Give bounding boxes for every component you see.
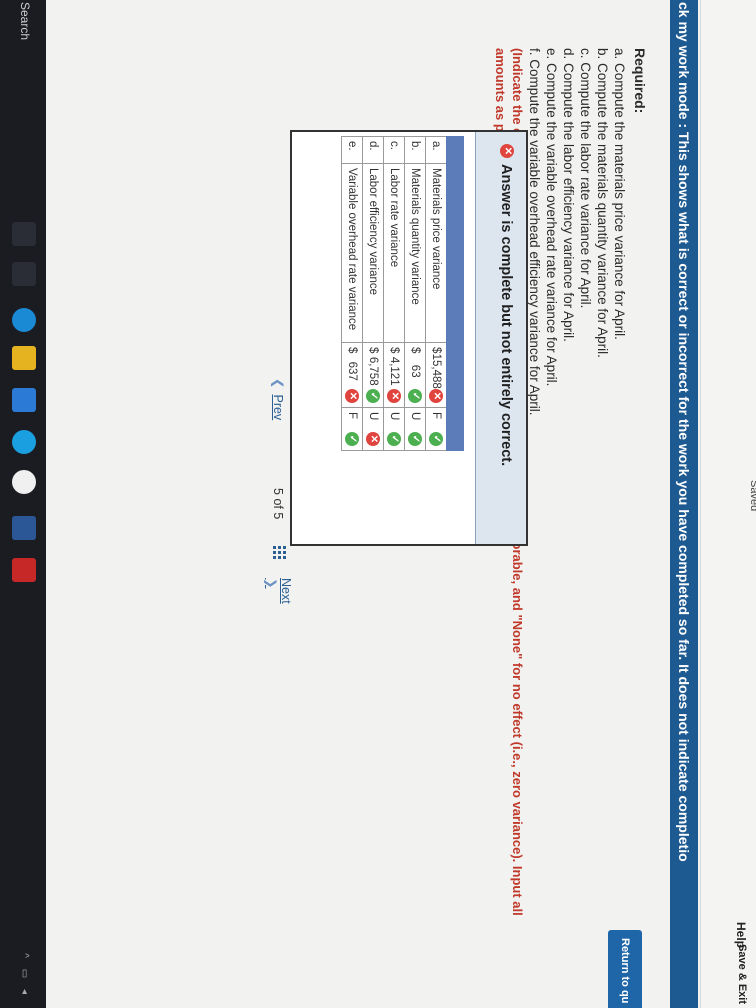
table-row: b. Materials quantity variance $ 63 ✓ U … bbox=[404, 136, 426, 451]
file-explorer-icon[interactable] bbox=[12, 346, 36, 370]
effect-value[interactable]: U bbox=[409, 412, 421, 420]
amount-cell[interactable]: $ 63 ✓ bbox=[404, 342, 426, 408]
prev-button[interactable]: Prev bbox=[272, 394, 286, 420]
effect-cell[interactable]: U ✕ bbox=[362, 407, 384, 451]
answer-status-text: Answer is complete but not entirely corr… bbox=[498, 164, 514, 467]
chrome-icon[interactable] bbox=[12, 470, 36, 494]
effect-value[interactable]: F bbox=[430, 412, 442, 419]
page-indicator: 5 of 5 bbox=[272, 488, 286, 519]
store-icon[interactable] bbox=[12, 388, 36, 412]
required-item: c. Compute the labor rate variance for A… bbox=[578, 48, 593, 309]
effect-cell[interactable]: F ✓ bbox=[425, 407, 447, 451]
required-item: e. Compute the variable overhead rate va… bbox=[544, 48, 559, 387]
amount-value[interactable]: 4,121 bbox=[388, 357, 400, 386]
windows-taskbar: Search ^ ▭ ◂ bbox=[0, 0, 46, 1008]
effect-cell[interactable]: U ✓ bbox=[404, 407, 426, 451]
grid-icon[interactable] bbox=[269, 546, 286, 560]
effect-value[interactable]: U bbox=[367, 412, 379, 420]
table-row: d. Labor efficiency variance $ 6,758 ✓ U… bbox=[362, 136, 384, 451]
screen-photo: Saved Help Save & Exit ck my work mode :… bbox=[0, 0, 756, 1008]
currency-symbol: $ bbox=[430, 347, 442, 354]
pagination: ❮ Prev 5 of 5 Next ❯ bbox=[264, 378, 293, 604]
correct-check-icon: ✓ bbox=[408, 388, 422, 403]
saved-status: Saved bbox=[748, 480, 756, 512]
correct-check-icon: ✓ bbox=[366, 389, 380, 403]
incorrect-x-icon: ✕ bbox=[345, 389, 359, 403]
variance-table: a. Materials price variance $ 15,488 ✕ F… bbox=[341, 136, 464, 451]
acrobat-icon[interactable] bbox=[12, 558, 36, 582]
currency-symbol: $ bbox=[367, 347, 379, 354]
effect-value[interactable]: F bbox=[346, 412, 358, 419]
correct-check-icon: ✓ bbox=[429, 432, 443, 446]
currency-symbol: $ bbox=[388, 347, 400, 354]
of-label: of bbox=[271, 498, 286, 509]
amount-cell[interactable]: $ 15,488 ✕ bbox=[425, 342, 447, 408]
row-key: e. bbox=[341, 136, 363, 164]
next-button[interactable]: Next ❯ bbox=[264, 578, 293, 604]
taskbar-search[interactable]: Search bbox=[18, 2, 32, 40]
amount-value[interactable]: 15,488 bbox=[430, 354, 442, 389]
correct-check-icon: ✓ bbox=[408, 432, 422, 446]
amount-cell[interactable]: $ 4,121 ✕ bbox=[383, 342, 405, 408]
row-key: d. bbox=[362, 136, 384, 164]
row-label: Labor efficiency variance bbox=[362, 163, 384, 343]
required-item: b. Compute the materials quantity varian… bbox=[595, 48, 610, 358]
check-mode-banner: ck my work mode : This shows what is cor… bbox=[670, 0, 698, 1008]
row-label: Labor rate variance bbox=[383, 163, 405, 343]
amount-value[interactable]: 63 bbox=[409, 365, 421, 378]
row-key: b. bbox=[404, 136, 426, 164]
row-key: c. bbox=[383, 136, 405, 164]
currency-symbol: $ bbox=[409, 347, 421, 354]
amount-cell[interactable]: $ 637 ✕ bbox=[341, 342, 363, 408]
incorrect-x-icon: ✕ bbox=[500, 144, 514, 158]
amount-cell[interactable]: $ 6,758 ✓ bbox=[362, 342, 384, 408]
required-item: f. Compute the variable overhead efficie… bbox=[527, 48, 542, 416]
skype-icon[interactable] bbox=[12, 430, 36, 454]
row-label: Materials price variance bbox=[425, 163, 447, 343]
row-label: Variable overhead rate variance bbox=[341, 163, 363, 343]
table-row: a. Materials price variance $ 15,488 ✕ F… bbox=[425, 136, 447, 451]
required-title: Required: bbox=[632, 48, 648, 114]
total-pages: 5 bbox=[271, 512, 286, 520]
return-to-question-button[interactable]: Return to qu bbox=[608, 930, 642, 1008]
correct-check-icon: ✓ bbox=[345, 432, 359, 446]
chevron-left-icon[interactable]: ❮ bbox=[271, 378, 286, 388]
effect-cell[interactable]: U ✓ bbox=[383, 407, 405, 451]
incorrect-x-icon: ✕ bbox=[429, 389, 443, 403]
answer-panel: ✕ Answer is complete but not entirely co… bbox=[290, 130, 528, 546]
required-item: a. Compute the materials price variance … bbox=[612, 48, 627, 340]
incorrect-x-icon: ✕ bbox=[366, 432, 380, 446]
table-row: e. Variable overhead rate variance $ 637… bbox=[341, 136, 363, 451]
media-icon[interactable] bbox=[12, 262, 36, 286]
answer-status-header: ✕ Answer is complete but not entirely co… bbox=[475, 132, 526, 544]
required-item: d. Compute the labor efficiency variance… bbox=[561, 48, 576, 342]
row-key: a. bbox=[425, 136, 447, 164]
word-icon[interactable] bbox=[12, 516, 36, 540]
save-exit-button[interactable]: Save & Exit bbox=[736, 944, 748, 1004]
correct-check-icon: ✓ bbox=[387, 432, 401, 446]
currency-symbol: $ bbox=[346, 347, 358, 354]
effect-value[interactable]: U bbox=[388, 412, 400, 420]
task-view-icon[interactable] bbox=[12, 222, 36, 246]
page-content: Saved Help Save & Exit ck my work mode :… bbox=[46, 0, 756, 1008]
edge-browser-icon[interactable] bbox=[12, 308, 36, 332]
amount-value[interactable]: 637 bbox=[346, 362, 358, 381]
system-tray[interactable]: ^ ▭ ◂ bbox=[19, 953, 30, 998]
effect-cell[interactable]: F ✓ bbox=[341, 407, 363, 451]
table-row: c. Labor rate variance $ 4,121 ✕ U ✓ bbox=[383, 136, 405, 451]
incorrect-x-icon: ✕ bbox=[387, 389, 401, 403]
table-header-row bbox=[446, 136, 464, 451]
row-label: Materials quantity variance bbox=[404, 163, 426, 343]
amount-value[interactable]: 6,758 bbox=[367, 357, 379, 386]
current-page: 5 bbox=[271, 488, 286, 495]
chevron-right-icon: ❯ bbox=[264, 578, 278, 589]
top-bar: Saved Help Save & Exit bbox=[700, 0, 756, 1008]
